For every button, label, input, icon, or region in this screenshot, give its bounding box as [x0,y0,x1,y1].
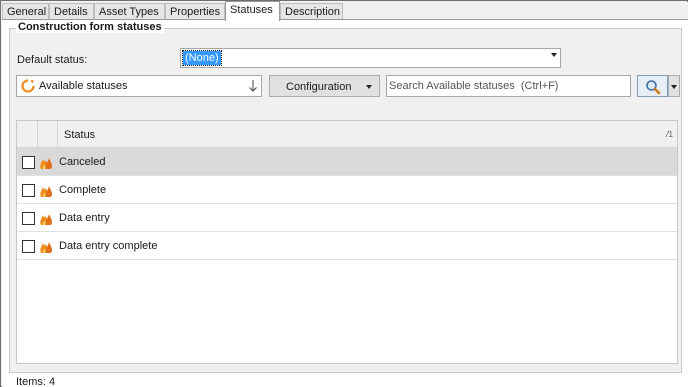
row-status-label: Complete [59,184,107,196]
tab-properties[interactable]: Properties [165,3,225,20]
tab-label: General [7,6,47,18]
tab-label: Statuses [230,4,273,16]
checkbox-column-header[interactable] [17,121,38,148]
status-column-header[interactable]: Status /1 [58,121,677,148]
sort-order-number: 1 [668,130,673,139]
row-checkbox[interactable] [22,156,35,169]
table-row[interactable]: Complete [17,176,677,204]
refresh-icon [21,79,35,93]
search-input[interactable] [386,75,631,97]
row-status-label: Data entry complete [59,240,158,252]
search-button[interactable] [637,75,668,97]
chevron-down-icon[interactable] [551,53,557,57]
tab-label: Properties [170,6,221,18]
status-flame-icon [38,154,54,170]
configuration-label: Configuration [286,81,352,93]
tab-strip: General Details Asset Types Properties S… [2,1,688,21]
row-status-label: Canceled [59,156,106,168]
view-selector-label: Available statuses [39,80,128,92]
status-flame-icon [38,182,54,198]
construction-form-statuses-group: Construction form statuses Default statu… [9,21,682,373]
tab-content: Construction form statuses Default statu… [2,19,688,387]
tab-label: Details [54,6,88,18]
configuration-button[interactable]: Configuration [269,75,380,97]
default-status-dropdown[interactable]: (None) [180,48,561,68]
default-status-value: (None) [182,50,222,66]
search-options-button[interactable] [668,75,680,97]
chevron-down-icon [366,85,372,89]
group-title: Construction form statuses [16,21,164,33]
row-status-label: Data entry [59,212,110,224]
tab-details[interactable]: Details [49,3,94,20]
tab-description[interactable]: Description [280,3,343,20]
row-checkbox[interactable] [22,184,35,197]
items-count: Items: 4 [16,376,56,387]
sort-ascending-icon: /1 [666,129,673,139]
view-selector[interactable]: Available statuses [16,75,262,97]
icon-column-header[interactable] [38,121,58,148]
tab-label: Asset Types [99,6,159,18]
row-checkbox[interactable] [22,240,35,253]
status-flame-icon [38,238,54,254]
table-row[interactable]: Canceled [17,148,677,176]
status-column-label: Status [64,129,96,141]
statuses-grid: Status /1 Canceled Complete Data entry D… [16,120,678,364]
default-status-label: Default status: [17,54,88,66]
tab-general[interactable]: General [2,3,49,20]
row-checkbox[interactable] [22,212,35,225]
chevron-down-icon [671,85,677,89]
tab-statuses[interactable]: Statuses [225,1,280,21]
sort-down-arrow-icon[interactable] [248,79,258,93]
table-row[interactable]: Data entry complete [17,232,677,260]
magnifier-icon [645,79,661,95]
grid-header: Status /1 [17,121,677,148]
tab-asset-types[interactable]: Asset Types [94,3,165,20]
status-flame-icon [38,210,54,226]
window-frame: General Details Asset Types Properties S… [0,0,688,387]
table-row[interactable]: Data entry [17,204,677,232]
tab-label: Description [285,6,341,18]
